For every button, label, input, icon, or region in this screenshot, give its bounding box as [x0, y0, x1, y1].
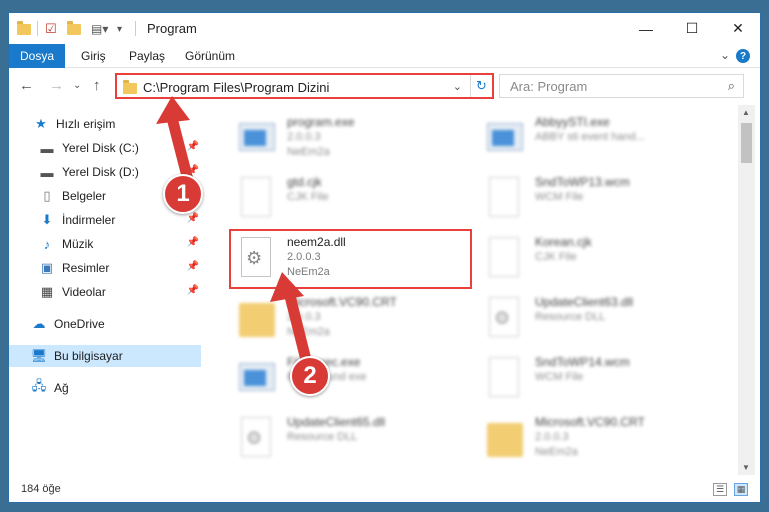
arrow-2-head — [270, 272, 304, 302]
step-1-badge: 1 — [163, 174, 203, 214]
arrow-2 — [284, 290, 312, 366]
arrow-1 — [166, 112, 194, 186]
annotation-layer — [156, 96, 312, 366]
arrow-1-head — [156, 96, 190, 124]
step-2-badge: 2 — [290, 356, 330, 396]
